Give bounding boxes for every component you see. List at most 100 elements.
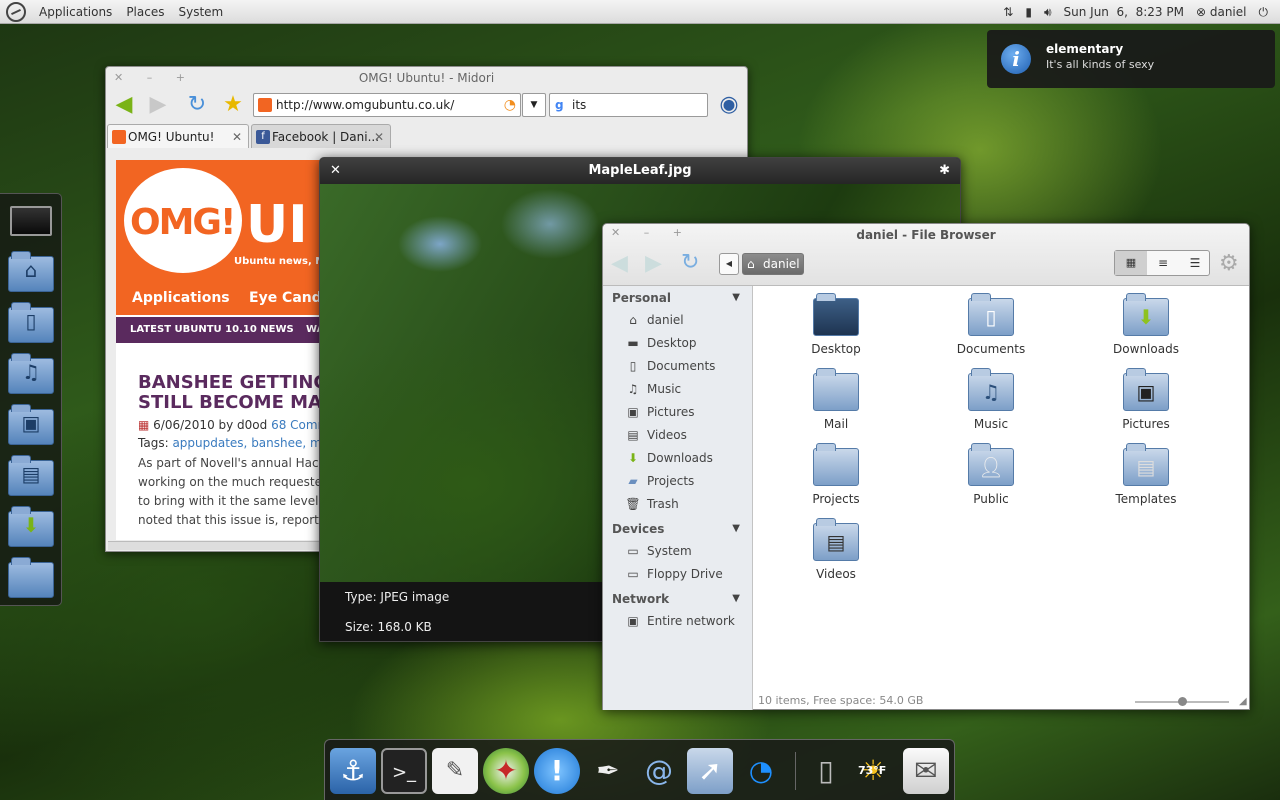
left-dock-folder[interactable] <box>8 557 54 598</box>
site-nav-applications[interactable]: Applications <box>132 290 230 306</box>
pictures-icon: ▣ <box>1136 380 1156 404</box>
view-switcher: ▦ ≡ ☰ <box>1114 250 1210 276</box>
file-browser-header: ✕ – + daniel - File Browser ◀ ▶ ↻ ◀ ⌂ da… <box>603 224 1249 286</box>
resize-grip-icon[interactable]: ◢ <box>1239 696 1247 707</box>
file-item-pictures[interactable]: ▣ Pictures <box>1096 368 1196 431</box>
reload-button[interactable]: ↻ <box>184 93 210 117</box>
icon-view-button[interactable]: ▦ <box>1115 251 1147 275</box>
sidebar-item-desktop[interactable]: ▬ Desktop <box>625 333 697 353</box>
text-editor-icon[interactable]: ✎ <box>432 748 478 794</box>
sidebar-item-downloads[interactable]: ⬇ Downloads <box>625 448 713 468</box>
weather-icon[interactable]: ☀ 73°F <box>850 748 896 794</box>
clock[interactable]: Sun Jun 6, 8:23 PM <box>1064 5 1184 19</box>
menu-places[interactable]: Places <box>119 0 171 24</box>
menu-applications[interactable]: Applications <box>32 0 119 24</box>
viewer-titlebar[interactable]: ✕ MapleLeaf.jpg ✱ <box>320 158 960 184</box>
network-icon[interactable]: ⇅ <box>1003 5 1013 19</box>
search-input[interactable]: g its <box>549 93 708 117</box>
collapse-arrow-icon[interactable]: ▼ <box>732 593 740 604</box>
left-dock-downloads[interactable]: ⬇ <box>8 506 54 547</box>
browser-titlebar[interactable]: ✕ – + OMG! Ubuntu! - Midori <box>106 67 747 89</box>
collapse-arrow-icon[interactable]: ▼ <box>732 523 740 534</box>
sidebar-item-documents[interactable]: ▯ Documents <box>625 356 716 376</box>
elementary-logo-icon[interactable] <box>6 1 26 22</box>
sidebar-item-trash[interactable]: 🗑︎ Trash <box>625 494 678 514</box>
section-network[interactable]: Network <box>612 592 669 606</box>
bookmark-star-icon[interactable]: ★ <box>220 93 246 117</box>
sidebar-item-music[interactable]: ♫ Music <box>625 379 682 399</box>
left-dock-videos[interactable]: ▤ <box>8 455 54 496</box>
file-item-downloads[interactable]: ⬇ Downloads <box>1096 293 1196 356</box>
article-tags: Tags: appupdates, banshee, mee <box>138 436 336 450</box>
site-logo[interactable]: OMG! <box>130 202 236 243</box>
left-dock-pictures[interactable]: ▣ <box>8 404 54 445</box>
forward-button[interactable]: ▶ <box>145 93 171 117</box>
left-dock: ⌂ ▯ ♫ ▣ ▤ ⬇ <box>0 193 62 606</box>
reload-button[interactable]: ↻ <box>681 250 699 275</box>
sidebar-item-projects[interactable]: ▰ Projects <box>625 471 694 491</box>
music-icon: ♫ <box>627 382 639 396</box>
collapse-arrow-icon[interactable]: ▼ <box>732 292 740 303</box>
anchor-icon[interactable]: ⚓ <box>330 748 376 794</box>
file-item-music[interactable]: ♫ Music <box>941 368 1041 431</box>
rss-icon[interactable]: ◔ <box>504 94 516 116</box>
left-dock-music[interactable]: ♫ <box>8 353 54 394</box>
file-item-documents[interactable]: ▯ Documents <box>941 293 1041 356</box>
path-button-daniel[interactable]: ⌂ daniel <box>742 253 804 275</box>
sidebar-item-label: Desktop <box>647 336 697 350</box>
file-item-desktop[interactable]: Desktop <box>786 293 886 356</box>
calendar-icon: ▦ <box>138 418 150 432</box>
mail-icon[interactable]: ✉ <box>903 748 949 794</box>
tags-links[interactable]: appupdates, banshee, mee <box>172 436 336 450</box>
user-menu[interactable]: ⊗ daniel <box>1196 5 1247 19</box>
article-headline[interactable]: BANSHEE GETTING STILL BECOME MA <box>138 373 328 413</box>
file-item-videos[interactable]: ▤ Videos <box>786 518 886 581</box>
tab-close-icon[interactable]: ✕ <box>232 125 242 149</box>
sidebar-item-floppy[interactable]: ▭ Floppy Drive <box>625 564 722 584</box>
sidebar-item-entire-network[interactable]: ▣ Entire network <box>625 611 735 631</box>
terminal-icon[interactable]: >_ <box>381 748 427 794</box>
trash-icon[interactable]: ▯ <box>803 748 849 794</box>
file-manager-icon[interactable]: ➚ <box>687 748 733 794</box>
back-button[interactable]: ◀ <box>611 251 628 276</box>
volume-icon[interactable]: 🔊︎ <box>1044 5 1052 20</box>
compact-view-button[interactable]: ☰ <box>1179 251 1211 275</box>
close-icon[interactable]: ✕ <box>330 158 341 184</box>
tab-omg-ubuntu[interactable]: OMG! Ubuntu! ✕ <box>107 124 249 148</box>
gear-icon[interactable]: ⚙ <box>1219 251 1239 276</box>
tab-facebook[interactable]: f Facebook | Dani... ✕ <box>251 124 391 148</box>
sidebar-item-videos[interactable]: ▤ Videos <box>625 425 687 445</box>
file-item-mail[interactable]: Mail <box>786 368 886 431</box>
shell-icon[interactable]: @ <box>636 748 682 794</box>
file-item-templates[interactable]: ▤ Templates <box>1096 443 1196 506</box>
sidebar-item-system[interactable]: ▭ System <box>625 541 691 561</box>
forward-button[interactable]: ▶ <box>645 251 662 276</box>
zoom-slider-handle[interactable] <box>1178 697 1187 706</box>
tab-close-icon[interactable]: ✕ <box>374 125 384 149</box>
section-personal[interactable]: Personal <box>612 291 671 305</box>
file-item-public[interactable]: 👤︎ Public <box>941 443 1041 506</box>
sidebar-item-pictures[interactable]: ▣ Pictures <box>625 402 694 422</box>
power-icon[interactable]: ⏻ <box>1259 5 1269 20</box>
inkscape-icon[interactable]: ✒ <box>585 748 631 794</box>
left-dock-home[interactable]: ⌂ <box>8 251 54 292</box>
file-browser-title[interactable]: daniel - File Browser <box>603 228 1249 242</box>
battery-icon[interactable]: ▮ <box>1025 5 1032 19</box>
chat-icon[interactable]: ! <box>534 748 580 794</box>
list-view-button[interactable]: ≡ <box>1147 251 1179 275</box>
compass-icon[interactable]: ✦ <box>483 748 529 794</box>
window-controls[interactable]: ✕ – + <box>114 67 195 89</box>
menu-system[interactable]: System <box>171 0 230 24</box>
gear-icon[interactable]: ✱ <box>939 158 950 184</box>
back-button[interactable]: ◀ <box>111 93 137 117</box>
sync-icon[interactable]: ◔ <box>738 748 784 794</box>
section-devices[interactable]: Devices <box>612 522 664 536</box>
sidebar-item-daniel[interactable]: ⌂ daniel <box>625 310 683 330</box>
file-item-projects[interactable]: Projects <box>786 443 886 506</box>
left-dock-documents[interactable]: ▯ <box>8 302 54 343</box>
left-dock-desktop[interactable] <box>8 200 54 240</box>
url-input[interactable]: http://www.omgubuntu.co.uk/ ◔ <box>253 93 521 117</box>
path-left-button[interactable]: ◀ <box>719 253 739 275</box>
globe-icon[interactable]: ◉ <box>716 93 742 117</box>
url-dropdown-button[interactable]: ▼ <box>522 93 546 117</box>
